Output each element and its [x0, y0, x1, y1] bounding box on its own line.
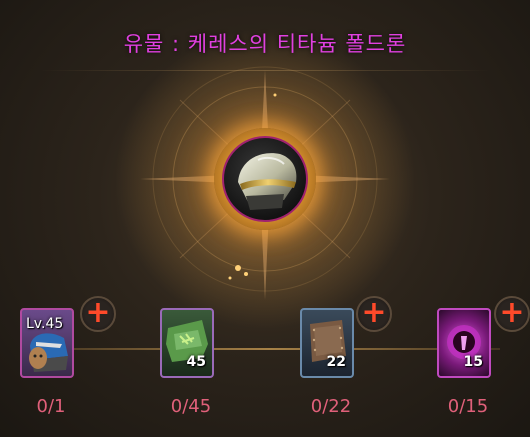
plus-icon: +: [85, 295, 111, 330]
material-2-progress: 0/45: [170, 396, 212, 417]
material-connector-line: [40, 348, 500, 350]
shoulder-armor-icon: [222, 136, 308, 222]
material-4-progress: 0/15: [447, 396, 489, 417]
material-3-progress: 0/22: [310, 396, 352, 417]
material-slot-1[interactable]: Lv.45: [20, 308, 78, 386]
material-slot-2[interactable]: 45: [160, 308, 218, 386]
plus-icon: +: [361, 295, 387, 330]
add-material-1-button[interactable]: +: [80, 296, 116, 332]
green-leaf-icon: 45: [160, 308, 214, 378]
add-material-4-button[interactable]: +: [494, 296, 530, 332]
plus-icon: +: [499, 295, 525, 330]
add-material-3-button[interactable]: +: [356, 296, 392, 332]
material-count: 22: [326, 354, 346, 370]
leather-scrap-icon: 22: [300, 308, 354, 378]
purple-orb-icon: 15: [437, 308, 491, 378]
blue-armor-icon: Lv.45: [20, 308, 74, 378]
relic-title: 유물 : 케레스의 티타늄 폴드론: [123, 32, 407, 56]
material-slot-3[interactable]: 22: [300, 308, 358, 386]
material-1-progress: 0/1: [36, 396, 66, 417]
material-count: 15: [463, 354, 483, 370]
relic-slot[interactable]: [214, 128, 316, 230]
material-count: 45: [186, 354, 206, 370]
material-slot-4[interactable]: 15: [437, 308, 495, 386]
title-divider: [40, 70, 490, 71]
material-level: Lv.45: [26, 316, 64, 332]
